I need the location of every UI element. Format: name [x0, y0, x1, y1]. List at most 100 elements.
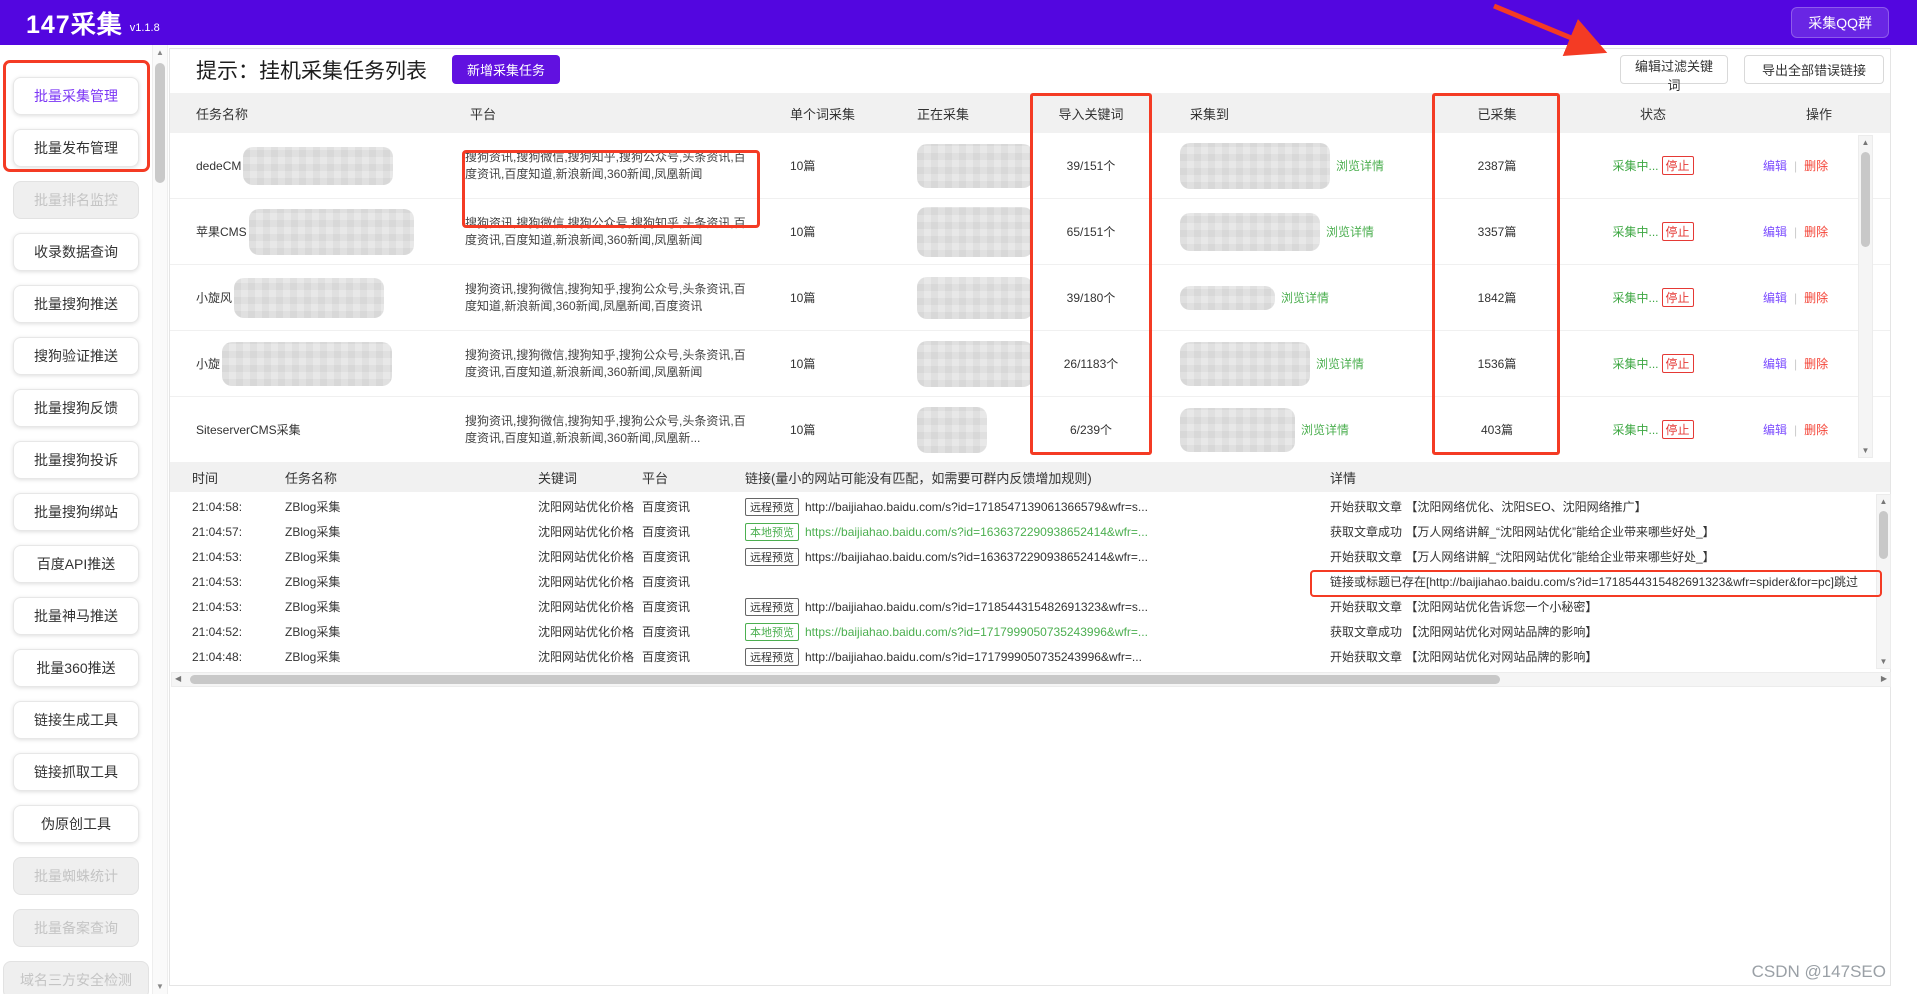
task-table-row: 小旋 搜狗资讯,搜狗微信,搜狗知乎,搜狗公众号,头条资讯,百度资讯,百度知道,新… [170, 331, 1890, 397]
scroll-down-icon[interactable]: ▼ [153, 982, 167, 991]
stop-button[interactable]: 停止 [1662, 222, 1694, 241]
scrollbar-thumb[interactable] [1861, 152, 1870, 247]
qq-group-button[interactable]: 采集QQ群 [1791, 7, 1889, 38]
task-table-scrollbar[interactable]: ▲ ▼ [1858, 135, 1873, 458]
edit-filter-keywords-button[interactable]: 编辑过滤关键词 [1620, 55, 1728, 84]
add-task-button[interactable]: 新增采集任务 [452, 55, 560, 84]
sidebar-item[interactable]: 批量采集管理 [13, 77, 139, 115]
sidebar-item[interactable]: 链接抓取工具 [13, 753, 139, 791]
task-table-body: dedeCM 搜狗资讯,搜狗微信,搜狗知乎,搜狗公众号,头条资讯,百度资讯,百度… [170, 133, 1890, 460]
stop-button[interactable]: 停止 [1662, 354, 1694, 373]
sidebar: 批量采集管理批量发布管理批量排名监控收录数据查询批量搜狗推送搜狗验证推送批量搜狗… [0, 45, 152, 994]
col-imported-keywords: 导入关键词 [1033, 93, 1149, 133]
blurred-region [1180, 143, 1330, 189]
article-url[interactable]: https://baijiahao.baidu.com/s?id=1636372… [805, 550, 1148, 564]
delete-link[interactable]: 删除 [1804, 157, 1828, 174]
preview-badge[interactable]: 本地预览 [745, 623, 799, 641]
delete-link[interactable]: 删除 [1804, 223, 1828, 240]
scroll-down-icon[interactable]: ▼ [1859, 446, 1872, 455]
col-keyword: 关键词 [500, 462, 640, 492]
collected-to-cell: 浏览详情 [1149, 397, 1436, 460]
platform-cell: 搜狗资讯,搜狗微信,搜狗公众号,搜狗知乎,头条资讯,百度资讯,百度知道,新浪新闻… [465, 199, 765, 264]
log-keyword-cell: 沈阳网站优化价格 [500, 519, 640, 544]
delete-link[interactable]: 删除 [1804, 421, 1828, 438]
task-name: 苹果CMS [196, 223, 247, 240]
sidebar-item[interactable]: 批量搜狗推送 [13, 285, 139, 323]
sidebar-item[interactable]: 百度API推送 [13, 545, 139, 583]
edit-link[interactable]: 编辑 [1763, 157, 1787, 174]
sidebar-item[interactable]: 批量搜狗绑站 [13, 493, 139, 531]
sidebar-item[interactable]: 批量360推送 [13, 649, 139, 687]
edit-link[interactable]: 编辑 [1763, 421, 1787, 438]
sidebar-item[interactable]: 批量发布管理 [13, 129, 139, 167]
app-window: 147采集 v1.1.8 采集QQ群 批量采集管理批量发布管理批量排名监控收录数… [0, 0, 1917, 994]
preview-badge[interactable]: 远程预览 [745, 548, 799, 566]
sidebar-item[interactable]: 搜狗验证推送 [13, 337, 139, 375]
article-url[interactable]: http://baijiahao.baidu.com/s?id=17179990… [805, 650, 1142, 664]
scroll-right-icon[interactable]: ▶ [1881, 674, 1887, 683]
scroll-up-icon[interactable]: ▲ [153, 48, 167, 57]
edit-link[interactable]: 编辑 [1763, 223, 1787, 240]
scrollbar-thumb[interactable] [190, 675, 1500, 684]
browse-details-link[interactable]: 浏览详情 [1316, 355, 1364, 372]
article-url[interactable]: https://baijiahao.baidu.com/s?id=1717999… [805, 625, 1148, 639]
browse-details-link[interactable]: 浏览详情 [1336, 157, 1384, 174]
log-horizontal-scrollbar[interactable]: ◀ ▶ [171, 672, 1891, 687]
col-platform: 平台 [465, 93, 765, 133]
sidebar-item[interactable]: 收录数据查询 [13, 233, 139, 271]
article-url[interactable]: http://baijiahao.baidu.com/s?id=17185471… [805, 500, 1148, 514]
scroll-up-icon[interactable]: ▲ [1877, 497, 1890, 506]
article-url[interactable]: https://baijiahao.baidu.com/s?id=1636372… [805, 525, 1148, 539]
sidebar-item[interactable]: 批量搜狗反馈 [13, 389, 139, 427]
task-name: 小旋风 [196, 289, 232, 306]
log-platform-cell: 百度资讯 [640, 569, 745, 594]
article-url[interactable]: http://baijiahao.baidu.com/s?id=17185443… [805, 600, 1148, 614]
preview-badge[interactable]: 远程预览 [745, 648, 799, 666]
per-word-cell: 10篇 [765, 199, 900, 264]
status-running: 采集中... [1612, 289, 1658, 306]
export-error-links-button[interactable]: 导出全部错误链接 [1744, 55, 1884, 84]
platform-list: 搜狗资讯,搜狗微信,搜狗知乎,搜狗公众号,头条资讯,百度资讯,百度知道,新浪新闻… [465, 413, 765, 447]
log-platform-cell: 百度资讯 [640, 544, 745, 569]
edit-link[interactable]: 编辑 [1763, 355, 1787, 372]
browse-details-link[interactable]: 浏览详情 [1326, 223, 1374, 240]
delete-link[interactable]: 删除 [1804, 355, 1828, 372]
edit-link[interactable]: 编辑 [1763, 289, 1787, 306]
sidebar-item[interactable]: 伪原创工具 [13, 805, 139, 843]
collected-to-cell: 浏览详情 [1149, 331, 1436, 396]
scroll-left-icon[interactable]: ◀ [175, 674, 181, 683]
collected-to-cell: 浏览详情 [1149, 199, 1436, 264]
browse-details-link[interactable]: 浏览详情 [1301, 421, 1349, 438]
status-running: 采集中... [1612, 157, 1658, 174]
sidebar-item[interactable]: 批量搜狗投诉 [13, 441, 139, 479]
log-task-cell: ZBlog采集 [265, 594, 500, 619]
log-task-cell: ZBlog采集 [265, 544, 500, 569]
per-word-cell: 10篇 [765, 397, 900, 460]
stop-button[interactable]: 停止 [1662, 156, 1694, 175]
collecting-cell [900, 133, 1033, 198]
sidebar-scrollbar[interactable]: ▲ ▼ [152, 45, 168, 994]
scrollbar-thumb[interactable] [155, 63, 165, 183]
sidebar-item[interactable]: 批量神马推送 [13, 597, 139, 635]
preview-badge[interactable]: 远程预览 [745, 498, 799, 516]
task-name-cell: 小旋风 [170, 265, 465, 330]
scrollbar-thumb[interactable] [1879, 511, 1888, 559]
preview-badge[interactable]: 本地预览 [745, 523, 799, 541]
log-table-scrollbar[interactable]: ▲ ▼ [1876, 494, 1891, 669]
imported-keywords-cell: 26/1183个 [1033, 331, 1149, 396]
stop-button[interactable]: 停止 [1662, 288, 1694, 307]
preview-badge[interactable]: 远程预览 [745, 598, 799, 616]
scroll-down-icon[interactable]: ▼ [1877, 657, 1890, 666]
delete-link[interactable]: 删除 [1804, 289, 1828, 306]
browse-details-link[interactable]: 浏览详情 [1281, 289, 1329, 306]
blurred-region [249, 209, 414, 255]
stop-button[interactable]: 停止 [1662, 420, 1694, 439]
task-table-row: 小旋风 搜狗资讯,搜狗微信,搜狗知乎,搜狗公众号,头条资讯,百度知道,新浪新闻,… [170, 265, 1890, 331]
collected-count-cell: 3357篇 [1436, 199, 1558, 264]
log-link-cell: 远程预览 http://baijiahao.baidu.com/s?id=171… [745, 494, 1300, 519]
col-platform: 平台 [640, 462, 745, 492]
sidebar-item[interactable]: 链接生成工具 [13, 701, 139, 739]
imported-keywords-cell: 6/239个 [1033, 397, 1149, 460]
scroll-up-icon[interactable]: ▲ [1859, 138, 1872, 147]
log-keyword-cell: 沈阳网站优化价格 [500, 544, 640, 569]
